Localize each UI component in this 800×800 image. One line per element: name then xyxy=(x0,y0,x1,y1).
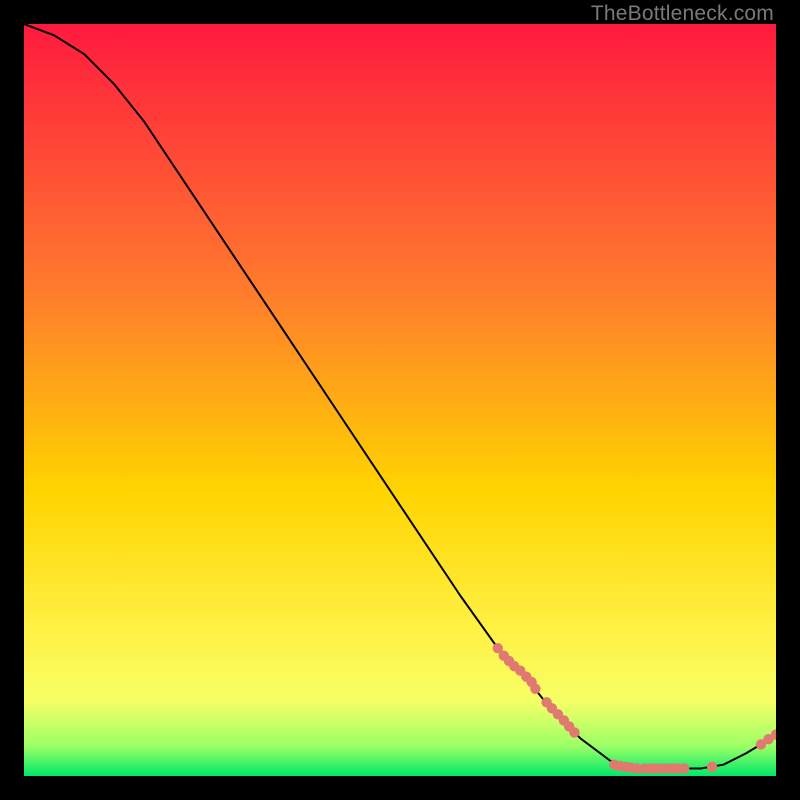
data-marker xyxy=(679,763,689,773)
chart-frame xyxy=(24,24,776,776)
data-marker xyxy=(569,727,579,737)
data-marker xyxy=(530,684,540,694)
bottleneck-chart xyxy=(24,24,776,776)
data-marker xyxy=(707,762,717,772)
gradient-background xyxy=(24,24,776,776)
watermark-text: TheBottleneck.com xyxy=(591,2,774,26)
